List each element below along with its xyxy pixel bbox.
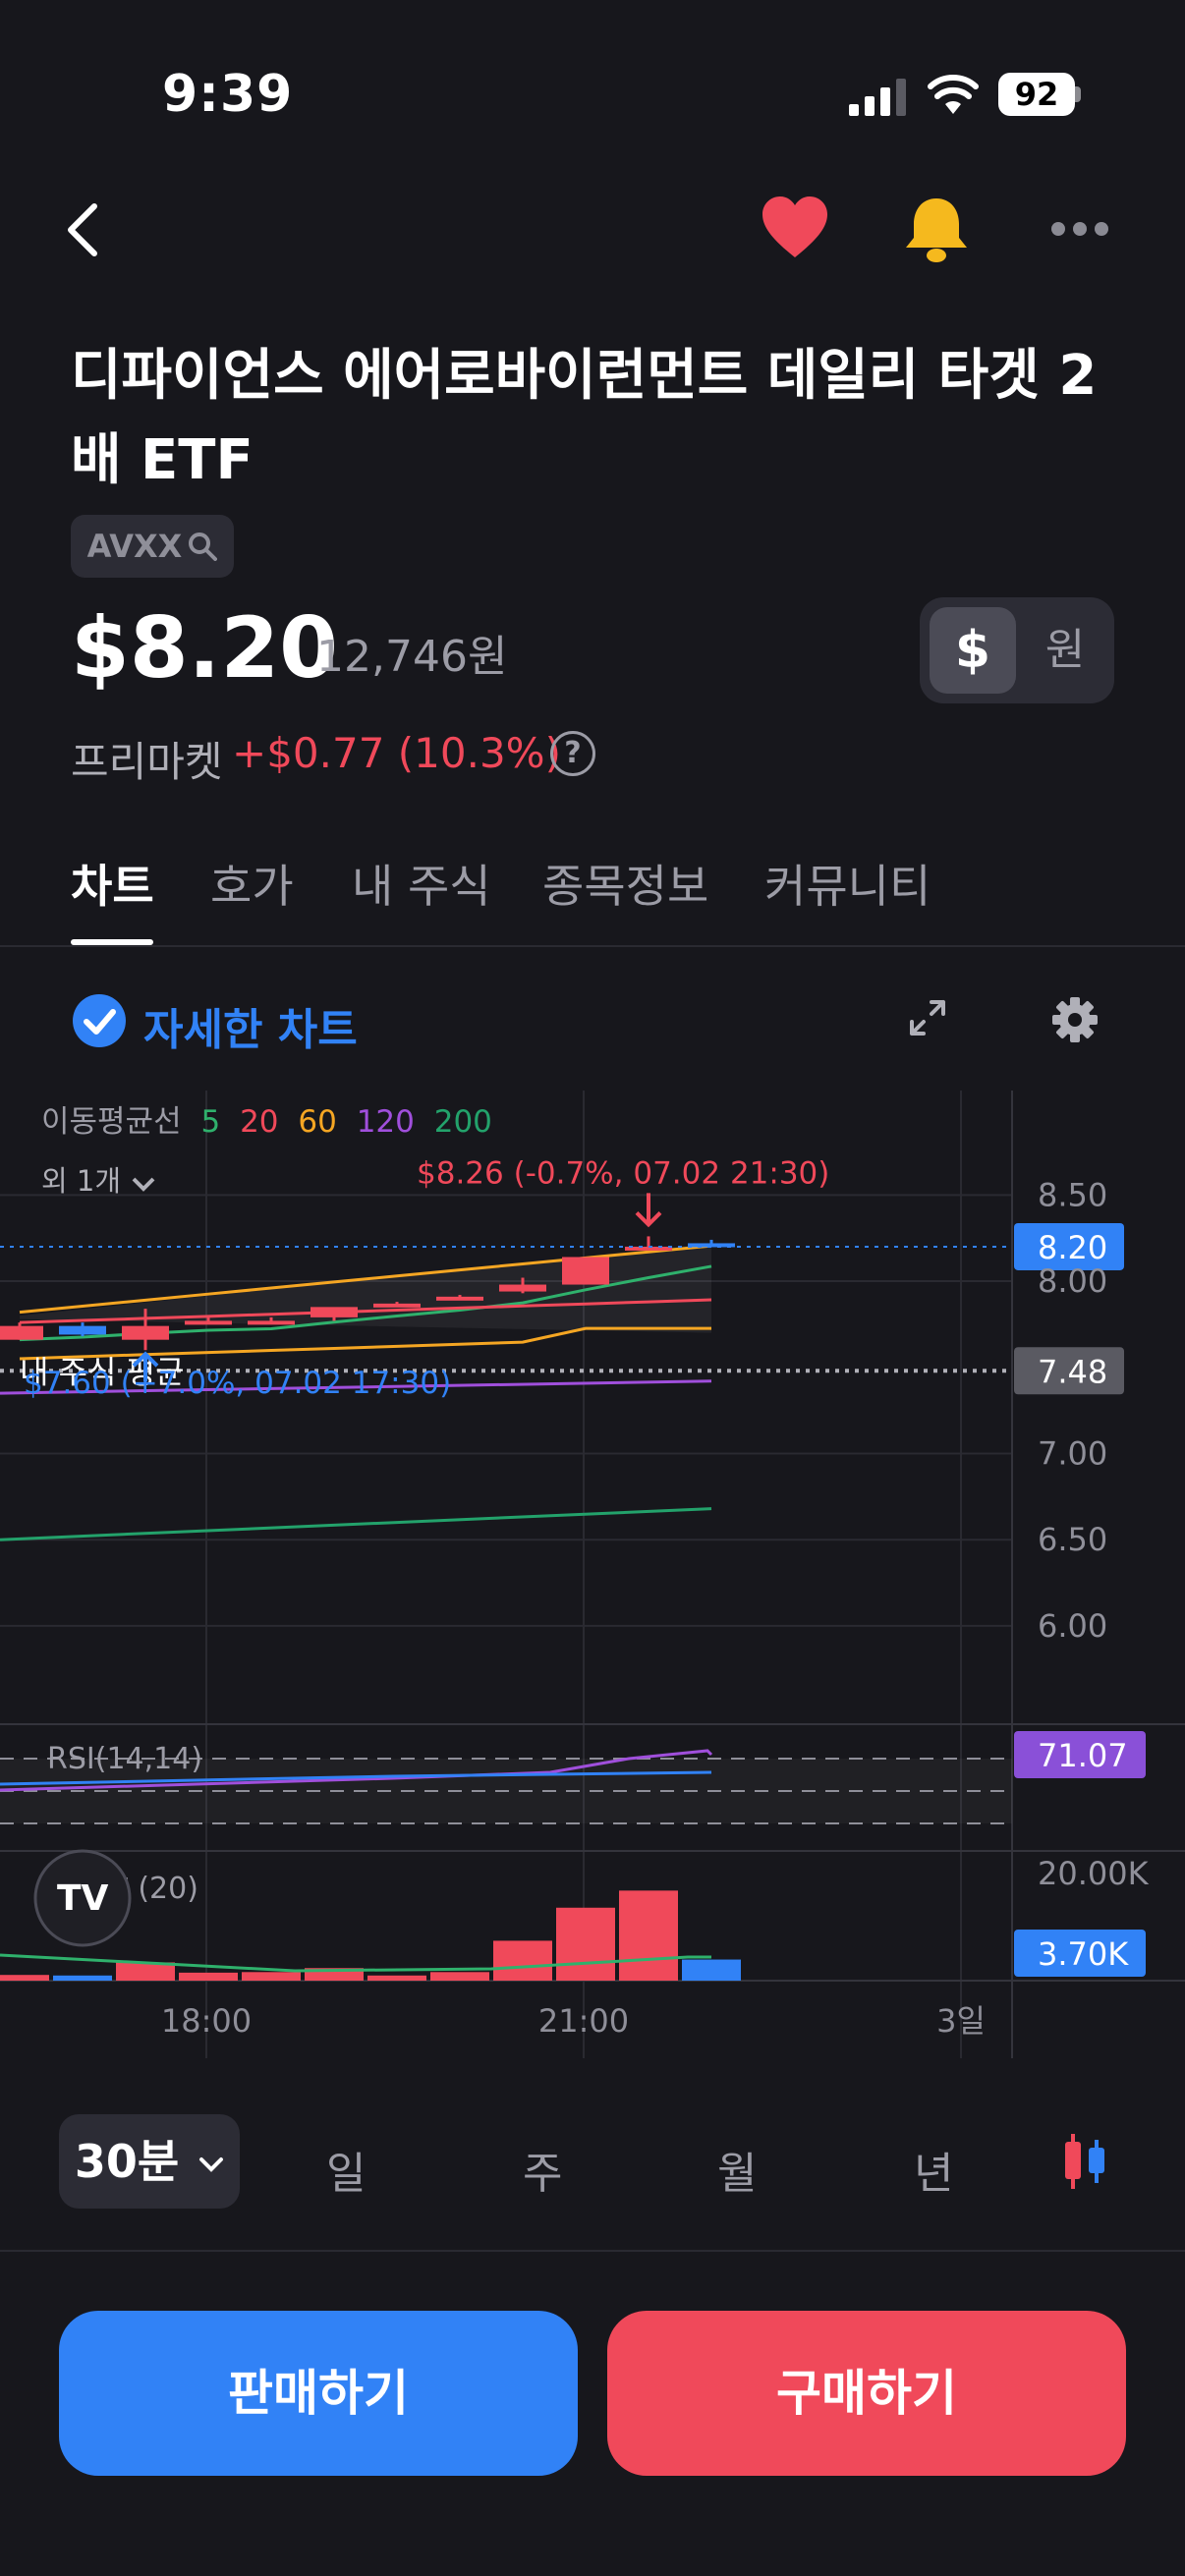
candle-body bbox=[59, 1325, 106, 1335]
high-arrow-icon bbox=[635, 1193, 662, 1228]
x-tick-label: 18:00 bbox=[161, 2002, 252, 2040]
candle-body bbox=[373, 1303, 421, 1308]
candle-body bbox=[185, 1320, 232, 1325]
heart-icon[interactable] bbox=[761, 196, 829, 259]
battery-tip bbox=[1075, 86, 1081, 102]
ma-legend-20: 20 bbox=[240, 1104, 278, 1140]
candlestick-type-icon[interactable] bbox=[1061, 2132, 1110, 2191]
price-krw: 12,746원 bbox=[316, 632, 508, 682]
candle-body bbox=[122, 1325, 169, 1340]
ma-legend-200: 200 bbox=[434, 1104, 492, 1140]
volume-bar bbox=[53, 1975, 112, 1981]
candle-body bbox=[562, 1257, 609, 1285]
wifi-icon bbox=[928, 75, 979, 114]
chevron-down-icon[interactable] bbox=[132, 1177, 155, 1192]
volume-bar bbox=[682, 1959, 741, 1981]
period-year[interactable]: 년 bbox=[914, 2138, 953, 2201]
price-chart[interactable]: 8.207.48내 주식 평균$8.26 (-0.7%, 07.02 21:30… bbox=[0, 1091, 1185, 2073]
volume-bar bbox=[179, 1972, 238, 1981]
ma-legend-60: 60 bbox=[298, 1104, 336, 1140]
rsi-panel: RSI(14,14) 71.07 bbox=[0, 1731, 1146, 1824]
ticker-search-chip[interactable]: AVXX bbox=[71, 515, 234, 578]
ticker-symbol: AVXX bbox=[86, 528, 183, 565]
ma-legend-5: 5 bbox=[200, 1104, 220, 1140]
tab-community[interactable]: 커뮤니티 bbox=[764, 851, 931, 916]
high-annotation: $8.26 (-0.7%, 07.02 21:30) bbox=[417, 1155, 829, 1191]
tab-stock-info[interactable]: 종목정보 bbox=[542, 851, 708, 916]
y-tick-label: 6.00 bbox=[1038, 1607, 1107, 1645]
rsi-value-label: 71.07 bbox=[1038, 1737, 1128, 1774]
bell-icon[interactable] bbox=[904, 195, 969, 263]
gear-icon[interactable] bbox=[1051, 996, 1099, 1043]
candle-body bbox=[248, 1320, 295, 1325]
detail-chart-label[interactable]: 자세한 차트 bbox=[143, 994, 358, 1057]
more-icon[interactable] bbox=[1049, 220, 1110, 238]
chevron-down-icon bbox=[199, 2156, 224, 2172]
x-tick-label: 21:00 bbox=[538, 2002, 629, 2040]
currency-krw-option[interactable]: 원 bbox=[1022, 607, 1108, 694]
ma-200-line bbox=[0, 1507, 712, 1541]
premarket-change: +$0.77 (10.3%) bbox=[232, 729, 561, 777]
help-icon[interactable]: ? bbox=[550, 731, 595, 776]
period-day[interactable]: 일 bbox=[326, 2138, 366, 2201]
buy-button[interactable]: 구매하기 bbox=[607, 2311, 1126, 2476]
checkbox-checked-icon[interactable] bbox=[73, 994, 126, 1047]
tradingview-logo-text: TV bbox=[57, 1878, 109, 1919]
y-tick-label: 6.50 bbox=[1038, 1521, 1107, 1558]
volume-panel: 거래량 (20)TV20.00K3.70K bbox=[0, 1849, 1150, 1981]
volume-bar bbox=[242, 1972, 301, 1981]
y-tick-label: 8.50 bbox=[1038, 1176, 1107, 1213]
ma-legend-label: 이동평균선 bbox=[41, 1104, 182, 1140]
volume-bar bbox=[556, 1907, 615, 1981]
y-tick-label: 7.00 bbox=[1038, 1434, 1107, 1472]
period-30min-label: 30분 bbox=[74, 2135, 180, 2188]
volume-bar bbox=[619, 1890, 678, 1981]
volume-max-label: 20.00K bbox=[1038, 1855, 1150, 1892]
search-icon bbox=[189, 532, 218, 561]
volume-bar bbox=[493, 1940, 552, 1981]
y-tick-label: 8.00 bbox=[1038, 1262, 1107, 1300]
volume-bar bbox=[430, 1972, 489, 1981]
period-week[interactable]: 주 bbox=[523, 2138, 562, 2201]
sell-button[interactable]: 판매하기 bbox=[59, 2311, 578, 2476]
candle-body bbox=[310, 1307, 358, 1317]
tab-my-stock[interactable]: 내 주식 bbox=[352, 851, 491, 916]
candle-body bbox=[499, 1284, 546, 1292]
period-divider bbox=[0, 2250, 1185, 2252]
tab-divider bbox=[0, 945, 1185, 947]
status-time: 9:39 bbox=[162, 65, 294, 124]
expand-icon[interactable] bbox=[908, 998, 947, 1037]
rsi-label: RSI(14,14) bbox=[47, 1742, 202, 1776]
battery-indicator: 92 bbox=[998, 73, 1075, 116]
ma-legend-120: 120 bbox=[357, 1104, 415, 1140]
volume-current-label: 3.70K bbox=[1038, 1935, 1129, 1973]
candle-body bbox=[0, 1325, 43, 1340]
signal-icon bbox=[849, 79, 906, 116]
volume-bar bbox=[0, 1975, 49, 1981]
premarket-label: 프리마켓 bbox=[71, 738, 223, 786]
tab-order-book[interactable]: 호가 bbox=[210, 851, 294, 916]
back-icon[interactable] bbox=[63, 200, 102, 259]
candle-body bbox=[436, 1296, 483, 1301]
low-annotation: $7.60 (+7.0%, 07.02 17:30) bbox=[24, 1366, 451, 1401]
x-tick-label: 3일 bbox=[936, 2002, 986, 2040]
more-indicators[interactable]: 외 1개 bbox=[41, 1164, 121, 1198]
period-month[interactable]: 월 bbox=[717, 2138, 757, 2201]
current-price: $8.20 bbox=[71, 599, 339, 698]
volume-bar bbox=[367, 1975, 426, 1981]
current-price-tag-label: 8.20 bbox=[1038, 1229, 1107, 1266]
currency-usd-option[interactable]: $ bbox=[930, 607, 1016, 694]
tab-chart[interactable]: 차트 bbox=[71, 851, 154, 916]
avg-price-tag-label: 7.48 bbox=[1038, 1353, 1107, 1390]
ma-legend[interactable]: 이동평균선 5 20 60 120 200 bbox=[41, 1104, 492, 1140]
stock-title: 디파이언스 에어로바이런먼트 데일리 타겟 2배 ETF bbox=[71, 344, 1098, 492]
period-30min-select[interactable]: 30분 bbox=[59, 2114, 240, 2209]
